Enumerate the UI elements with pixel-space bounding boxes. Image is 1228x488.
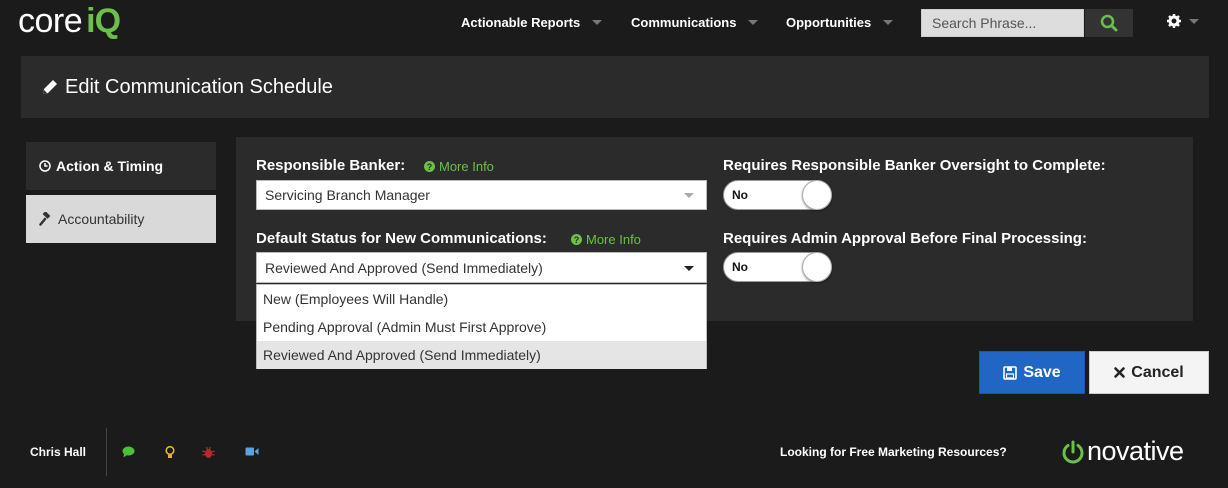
nav-actionable-reports-label: Actionable Reports <box>461 15 581 30</box>
oversight-toggle-label: No <box>732 188 748 202</box>
search-button[interactable] <box>1085 9 1133 37</box>
floppy-disk-icon <box>1003 365 1018 380</box>
admin-approval-toggle[interactable]: No <box>723 252 832 282</box>
dropdown-option-selected[interactable]: Reviewed And Approved (Send Immediately) <box>257 341 706 369</box>
page-title: Edit Communication Schedule <box>65 75 333 98</box>
nav-opportunities-label: Opportunities <box>786 15 872 30</box>
toggle-knob <box>802 252 832 282</box>
nav-communications-label: Communications <box>631 15 737 30</box>
tab-accountability[interactable]: Accountability <box>26 195 216 243</box>
default-status-select[interactable]: Reviewed And Approved (Send Immediately) <box>256 252 707 283</box>
marketing-resources-link[interactable]: Looking for Free Marketing Resources? <box>780 445 1007 459</box>
nav-communications[interactable]: Communications <box>631 15 759 30</box>
settings-menu[interactable] <box>1167 14 1199 28</box>
more-info-label: More Info <box>586 232 641 247</box>
logo-text-iq: iQ <box>86 2 121 40</box>
chevron-down-icon <box>684 265 694 271</box>
responsible-banker-select[interactable]: Servicing Branch Manager <box>256 180 707 210</box>
clock-icon <box>39 160 51 172</box>
save-button[interactable]: Save <box>979 351 1085 394</box>
page-header: Edit Communication Schedule <box>21 56 1209 118</box>
question-circle-icon: ? <box>424 161 435 172</box>
question-circle-icon: ? <box>571 234 582 245</box>
cancel-button-label: Cancel <box>1131 363 1184 381</box>
onovative-logo[interactable]: novative <box>1061 436 1184 467</box>
responsible-banker-label: Responsible Banker: <box>256 157 406 174</box>
tab-accountability-label: Accountability <box>58 211 145 227</box>
dropdown-option[interactable]: New (Employees Will Handle) <box>257 285 706 313</box>
search-input[interactable] <box>921 9 1084 37</box>
admin-approval-toggle-label: No <box>732 260 748 274</box>
default-status-value: Reviewed And Approved (Send Immediately) <box>265 259 543 276</box>
oversight-toggle[interactable]: No <box>723 180 832 210</box>
logo-text-core: core <box>18 2 83 40</box>
nav-opportunities[interactable]: Opportunities <box>786 15 894 30</box>
cancel-button[interactable]: Cancel <box>1089 351 1209 394</box>
default-status-dropdown: New (Employees Will Handle) Pending Appr… <box>256 284 707 369</box>
onovative-logo-text: novative <box>1087 436 1184 466</box>
footer-divider <box>106 428 107 476</box>
coreiq-logo[interactable]: core iQ <box>18 2 121 42</box>
admin-approval-label: Requires Admin Approval Before Final Pro… <box>723 230 1087 247</box>
chevron-down-icon <box>883 20 894 25</box>
responsible-banker-value: Servicing Branch Manager <box>265 187 430 203</box>
chevron-down-icon <box>1189 18 1199 24</box>
top-navigation: core iQ Actionable Reports Communication… <box>0 0 1228 48</box>
chevron-down-icon <box>592 20 603 25</box>
save-button-label: Save <box>1023 363 1061 381</box>
chat-icon[interactable] <box>122 446 135 458</box>
lightbulb-icon[interactable] <box>165 446 175 459</box>
video-icon[interactable] <box>245 446 259 457</box>
default-status-more-info[interactable]: ? More Info <box>571 232 641 247</box>
responsible-banker-more-info[interactable]: ? More Info <box>424 159 494 174</box>
pencil-icon <box>43 80 57 94</box>
tab-action-timing[interactable]: Action & Timing <box>26 142 216 190</box>
more-info-label: More Info <box>439 159 494 174</box>
search-icon <box>1100 14 1118 32</box>
user-name[interactable]: Chris Hall <box>30 445 86 459</box>
dropdown-option[interactable]: Pending Approval (Admin Must First Appro… <box>257 313 706 341</box>
gavel-icon <box>39 212 53 226</box>
nav-actionable-reports[interactable]: Actionable Reports <box>461 15 603 30</box>
default-status-label: Default Status for New Communications: <box>256 230 547 247</box>
bug-icon[interactable] <box>202 446 215 459</box>
chevron-down-icon <box>748 20 759 25</box>
chevron-down-icon <box>684 193 694 198</box>
oversight-label: Requires Responsible Banker Oversight to… <box>723 157 1106 174</box>
power-icon <box>1062 440 1084 463</box>
toggle-knob <box>802 180 832 210</box>
gear-icon <box>1167 14 1181 28</box>
tab-action-timing-label: Action & Timing <box>56 158 164 174</box>
close-icon <box>1114 367 1126 378</box>
